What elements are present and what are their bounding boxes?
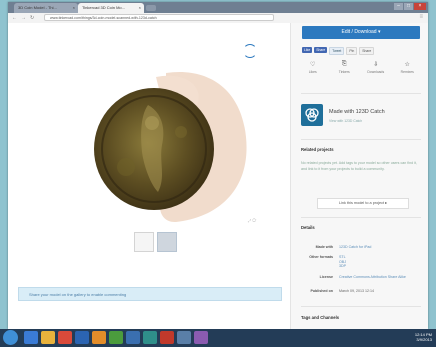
back-arrow-icon[interactable]: ←	[12, 15, 17, 21]
divider	[301, 93, 421, 94]
tray-date: 3/9/2013	[416, 337, 432, 342]
app-icon[interactable]	[160, 331, 174, 344]
chrome-app-icon[interactable]	[109, 331, 123, 344]
window-controls: – □ ×	[394, 3, 426, 10]
thumbnail-3d-view[interactable]	[134, 232, 154, 252]
download-icon: ⇩	[373, 62, 379, 68]
comment-notice: Share your model on the gallery to enabl…	[18, 287, 282, 301]
details-value[interactable]: Creative Commons Attribution Share Alike	[339, 275, 419, 280]
stat-label: Tinkers	[338, 70, 350, 74]
tab-bar: 3D Coin Model - Thi... × Tinkercad 3D Co…	[8, 2, 428, 13]
start-button[interactable]	[3, 330, 18, 345]
share-button[interactable]: Share	[359, 47, 375, 55]
link-to-project-button[interactable]: Link this model to a project ▸	[317, 198, 409, 209]
app-icon[interactable]	[92, 331, 106, 344]
coin-model-render	[94, 71, 247, 223]
app-icon[interactable]	[143, 331, 157, 344]
url-input[interactable]: www.tinkercad.com/things/3d-coin-model-s…	[44, 14, 274, 21]
tags-channels-heading: Tags and Channels	[301, 315, 340, 320]
related-projects-heading: Related projects	[301, 147, 334, 152]
page-content: ⤢ ⟳ Share your model on the gallery to e…	[8, 23, 428, 329]
windows-taskbar: 12:14 PM 3/9/2013	[0, 329, 436, 347]
facebook-share-button[interactable]: Share	[314, 47, 328, 53]
copy-icon: ⎘	[341, 61, 347, 67]
forward-arrow-icon[interactable]: →	[21, 15, 26, 21]
word-app-icon[interactable]	[75, 331, 89, 344]
stat-likes[interactable]: ♡ Likes	[298, 61, 328, 74]
divider	[301, 139, 421, 140]
stat-tinkers[interactable]: ⎘ Tinkers	[329, 61, 359, 74]
divider	[301, 306, 421, 307]
made-with-link[interactable]: View with 123D Catch	[329, 119, 362, 123]
123d-catch-logo-icon	[301, 104, 323, 126]
browser-tab-1[interactable]: 3D Coin Model - Thi... ×	[14, 3, 78, 13]
details-key: Other formats	[309, 255, 333, 259]
close-window-button[interactable]: ×	[414, 3, 426, 10]
stat-remixes[interactable]: ☆ Remixes	[392, 61, 422, 74]
navigation-cube-icon[interactable]	[243, 44, 257, 58]
app-icon[interactable]	[126, 331, 140, 344]
details-value: March 09, 2013 12:14	[339, 289, 374, 293]
thumbnail-image[interactable]	[157, 232, 177, 252]
minimize-button[interactable]: –	[394, 3, 403, 10]
stat-downloads[interactable]: ⇩ Downloads	[361, 61, 391, 74]
menu-icon[interactable]: ≡	[419, 14, 423, 20]
tweet-button[interactable]: Tweet	[329, 47, 345, 55]
stat-label: Downloads	[367, 70, 385, 74]
model-pane: ⤢ ⟳ Share your model on the gallery to e…	[8, 23, 290, 329]
made-with-card[interactable]: Made with 123D Catch View with 123D Catc…	[301, 103, 421, 133]
browser-window: 3D Coin Model - Thi... × Tinkercad 3D Co…	[8, 2, 428, 329]
pin-button[interactable]: Pin	[346, 47, 358, 55]
thumbnail-strip	[134, 232, 177, 252]
details-key: Published on	[310, 289, 333, 293]
view-controls[interactable]: ⤢ ⟳	[248, 218, 257, 223]
stat-label: Likes	[308, 70, 317, 74]
app-icon[interactable]	[194, 331, 208, 344]
details-key: Made with	[315, 245, 333, 249]
taskbar-apps	[24, 331, 208, 344]
explorer-app-icon[interactable]	[24, 331, 38, 344]
tab-label: 3D Coin Model - Thi...	[18, 5, 57, 10]
made-with-title: Made with 123D Catch	[329, 109, 385, 115]
stats-row: ♡ Likes ⎘ Tinkers ⇩ Downloads ☆ Remixes	[297, 61, 423, 74]
media-app-icon[interactable]	[58, 331, 72, 344]
app-icon[interactable]	[177, 331, 191, 344]
facebook-like-button[interactable]: Like	[302, 47, 313, 53]
reload-icon[interactable]: ↻	[30, 15, 34, 21]
divider	[301, 217, 421, 218]
sidebar: Edit / Download ▾ Like Share Tweet Pin S…	[290, 23, 428, 329]
tab-close-icon[interactable]: ×	[73, 3, 75, 13]
3d-viewer[interactable]: ⤢ ⟳	[16, 27, 278, 227]
social-buttons: Like Share Tweet Pin Share	[302, 47, 375, 55]
star-icon: ☆	[404, 62, 410, 68]
folder-app-icon[interactable]	[41, 331, 55, 344]
heart-icon: ♡	[310, 62, 316, 68]
details-key: License	[319, 275, 333, 279]
system-tray[interactable]: 12:14 PM 3/9/2013	[415, 332, 432, 342]
details-heading: Details	[301, 225, 315, 230]
new-tab-button[interactable]	[146, 5, 156, 11]
stat-label: Remixes	[400, 70, 414, 74]
maximize-button[interactable]: □	[404, 3, 413, 10]
tab-close-icon[interactable]: ×	[139, 3, 141, 13]
browser-tab-2[interactable]: Tinkercad 3D Coin Mo... ×	[78, 3, 144, 13]
details-value[interactable]: STL OBJ 3DP	[339, 255, 419, 269]
edit-download-button[interactable]: Edit / Download ▾	[302, 26, 420, 39]
tab-label: Tinkercad 3D Coin Mo...	[82, 5, 125, 10]
related-projects-text: No related projects yet. Add tags to you…	[301, 161, 417, 171]
details-value[interactable]: 123D Catch for iPad	[339, 245, 419, 250]
